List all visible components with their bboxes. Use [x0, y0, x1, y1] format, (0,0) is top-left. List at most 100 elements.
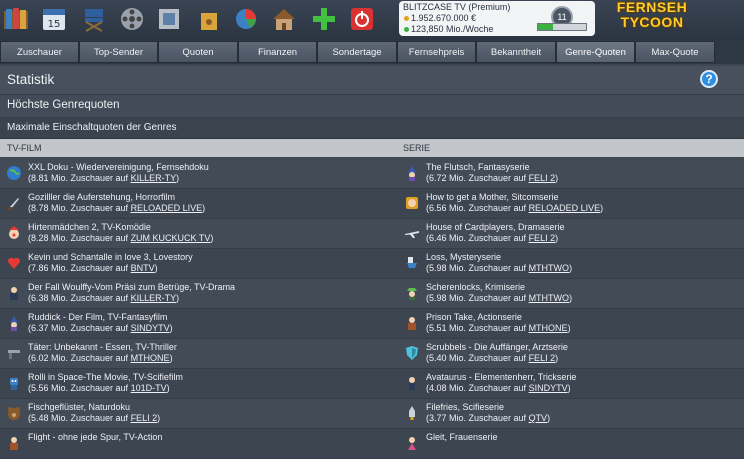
- tab-fernsehpreis[interactable]: Fernsehpreis: [397, 41, 476, 63]
- table-row: Ruddick - Der Film, TV-Fantasyfilm (6.37 …: [0, 309, 744, 339]
- table-row: Gozilller die Auferstehung, Horrorfilm (8…: [0, 189, 744, 219]
- channel-name: BLITZCASE TV (Premium): [403, 2, 511, 12]
- entry-title: Kevin und Schantalle in love 3, Lovestor…: [28, 252, 193, 262]
- table-row: Täter: Unbekannt - Essen, TV-Thriller (6.…: [0, 339, 744, 369]
- wizard-icon: [404, 165, 420, 181]
- channel-status-panel: BLITZCASE TV (Premium) 1.952.670.000 € 1…: [399, 1, 595, 36]
- entry-viewers: (4.08 Mio. Zuschauer auf SINDYTV): [426, 383, 571, 393]
- sender-name: ZUM KUCKUCK TV: [130, 233, 211, 243]
- bag-icon[interactable]: [195, 4, 223, 34]
- entry-title: Gleit, Frauenserie: [426, 432, 498, 442]
- entry-title: Ruddick - Der Film, TV-Fantasyfilm: [28, 312, 168, 322]
- sender-name: FELI 2: [528, 233, 556, 243]
- entry-viewers: (6.38 Mio. Zuschauer auf KILLER-TY): [28, 293, 180, 303]
- film-reel-icon[interactable]: [118, 4, 146, 34]
- clown-icon: [6, 225, 22, 241]
- entry-viewers: (3.77 Mio. Zuschauer auf QTV): [426, 413, 551, 423]
- sender-name: BNTV: [130, 263, 155, 273]
- entry-title: Prison Take, Actionserie: [426, 312, 522, 322]
- entry-viewers: (7.86 Mio. Zuschauer auf BNTV): [28, 263, 158, 273]
- money-icon: [404, 16, 409, 21]
- tab-genre-quoten[interactable]: Genre-Quoten: [556, 41, 635, 63]
- sender-name: 101D-TV: [130, 383, 167, 393]
- entry-viewers: (5.98 Mio. Zuschauer auf MTHTWO): [426, 263, 573, 273]
- svg-text:15: 15: [48, 19, 61, 30]
- sender-name: MTHONE: [130, 353, 170, 363]
- entry-title: House of Cardplayers, Dramaserie: [426, 222, 565, 232]
- entry-title: Filefries, Scifieserie: [426, 402, 505, 412]
- entry-title: Scrubbels - Die Auffänger, Arztserie: [426, 342, 568, 352]
- tab-top-sender[interactable]: Top-Sender: [79, 41, 158, 63]
- entry-viewers: (8.28 Mio. Zuschauer auf ZUM KUCKUCK TV): [28, 233, 214, 243]
- tab-max-quote[interactable]: Max-Quote: [635, 41, 715, 63]
- sender-name: SINDYTV: [528, 383, 568, 393]
- bear-icon: [6, 405, 22, 421]
- sender-name: FELI 2: [130, 413, 158, 423]
- table-row: Der Fall Woulffy-Vom Präsi zum Betrüge, …: [0, 279, 744, 309]
- entry-viewers: (6.46 Mio. Zuschauer auf FELI 2): [426, 233, 559, 243]
- woman-icon: [404, 435, 420, 451]
- logo-line-2: TYCOON: [620, 14, 684, 30]
- entry-viewers: (8.78 Mio. Zuschauer auf RELOADED LIVE): [28, 203, 206, 213]
- entry-viewers: (6.72 Mio. Zuschauer auf FELI 2): [426, 173, 559, 183]
- sender-name: MTHTWO: [528, 263, 570, 273]
- tab-sondertage[interactable]: Sondertage: [317, 41, 397, 63]
- sender-name: MTHTWO: [528, 293, 570, 303]
- plus-icon[interactable]: [310, 4, 338, 34]
- fighter-icon: [404, 315, 420, 331]
- tab-zuschauer[interactable]: Zuschauer: [0, 41, 79, 63]
- table-row: Kevin und Schantalle in love 3, Lovestor…: [0, 249, 744, 279]
- books-icon[interactable]: [2, 4, 30, 34]
- column-header-serie: SERIE: [403, 143, 431, 153]
- progress-bar: [537, 23, 587, 31]
- sender-name: KILLER-TY: [130, 173, 177, 183]
- person-icon: [6, 285, 22, 301]
- game-logo: FERNSEH TYCOON: [612, 0, 692, 34]
- table-row: Hirtenmädchen 2, TV-Komödie (8.28 Mio. Zu…: [0, 219, 744, 249]
- tab-quoten[interactable]: Quoten: [158, 41, 238, 63]
- entry-viewers: (5.48 Mio. Zuschauer auf FELI 2): [28, 413, 161, 423]
- picture-frame-icon[interactable]: [155, 4, 183, 34]
- tab-bekanntheit[interactable]: Bekanntheit: [476, 41, 556, 63]
- money-value: 1.952.670.000 €: [411, 13, 477, 23]
- entry-title: Fischgeflüster, Naturdoku: [28, 402, 131, 412]
- column-header-tv-film: TV-FILM: [7, 143, 42, 153]
- sender-name: RELOADED LIVE: [130, 203, 203, 213]
- gun-icon: [6, 345, 22, 361]
- viewers-icon: [404, 27, 409, 32]
- power-icon[interactable]: [348, 4, 376, 34]
- sender-name: FELI 2: [528, 173, 556, 183]
- calendar-icon[interactable]: 15: [40, 4, 68, 34]
- entry-viewers: (6.56 Mio. Zuschauer auf RELOADED LIVE): [426, 203, 604, 213]
- page-title: Statistik: [7, 72, 55, 87]
- knife-icon: [6, 195, 22, 211]
- help-button[interactable]: ?: [700, 70, 718, 88]
- sender-name: FELI 2: [528, 353, 556, 363]
- house-icon[interactable]: [270, 4, 298, 34]
- directors-chair-icon[interactable]: [80, 4, 108, 34]
- entry-viewers: (5.56 Mio. Zuschauer auf 101D-TV): [28, 383, 170, 393]
- viewers-value: 123,850 Mio./Woche: [411, 24, 494, 34]
- table-row: Rolli in Space-The Movie, TV-Scifiefilm(…: [0, 369, 744, 399]
- sender-name: MTHONE: [528, 323, 568, 333]
- entry-viewers: (5.40 Mio. Zuschauer auf FELI 2): [426, 353, 559, 363]
- sender-name: KILLER-TY: [130, 293, 177, 303]
- wizard-icon: [6, 315, 22, 331]
- shield-icon: [404, 345, 420, 361]
- detective-icon: [404, 285, 420, 301]
- fighter-icon: [6, 435, 22, 451]
- subsection-header: Maximale Einschaltquoten der Genres: [0, 118, 744, 139]
- sender-name: SINDYTV: [130, 323, 170, 333]
- entry-title: Flight - ohne jede Spur, TV-Action: [28, 432, 163, 442]
- table-row: Flight - ohne jede Spur, TV-Action Gleit,…: [0, 429, 744, 459]
- globe-icon: [6, 165, 22, 181]
- entry-title: Gozilller die Auferstehung, Horrorfilm: [28, 192, 176, 202]
- entry-title: XXL Doku - Wiedervereinigung, Fernsehdok…: [28, 162, 209, 172]
- tab-finanzen[interactable]: Finanzen: [238, 41, 317, 63]
- entry-title: Täter: Unbekannt - Essen, TV-Thriller: [28, 342, 177, 352]
- sender-name: QTV: [528, 413, 548, 423]
- section-title: Höchste Genrequoten: [7, 99, 120, 111]
- stats-tabs: Zuschauer Top-Sender Quoten Finanzen Sondert…: [0, 40, 744, 64]
- heart-icon: [6, 255, 22, 271]
- pie-chart-icon[interactable]: [232, 4, 260, 34]
